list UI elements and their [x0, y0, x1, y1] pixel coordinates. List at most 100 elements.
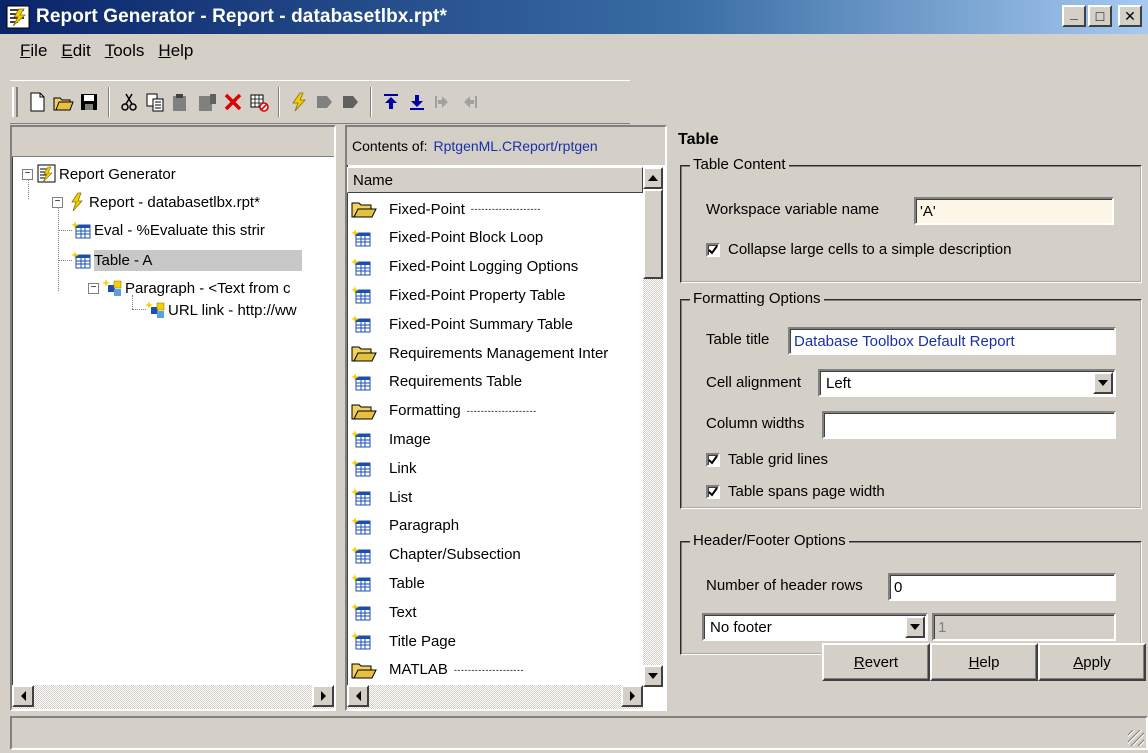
tree-item-url-link[interactable]: URL link - http://ww — [146, 297, 297, 323]
name-column-header[interactable]: Name — [347, 167, 643, 193]
list-category[interactable]: Formatting - - - - - - - - - - - - - - - … — [351, 397, 641, 425]
title-bar[interactable]: Report Generator - Report - databasetlbx… — [0, 0, 1148, 34]
scroll-right-button[interactable] — [621, 685, 643, 707]
menu-help[interactable]: Help — [158, 41, 193, 61]
tree-item-eval[interactable]: Eval - %Evaluate this strir — [72, 217, 265, 243]
scroll-right-button[interactable] — [312, 685, 334, 707]
toolbar-grip[interactable] — [12, 87, 18, 117]
paste-disabled-icon — [199, 94, 216, 111]
list-item[interactable]: Image — [351, 425, 641, 453]
new-button[interactable] — [24, 87, 50, 117]
paste-icon — [173, 94, 186, 111]
list-item[interactable]: List — [351, 483, 641, 511]
cut-button[interactable] — [116, 87, 142, 117]
arrow-right-icon — [320, 691, 326, 701]
list-item[interactable]: Requirements Table — [351, 368, 641, 396]
arrow-up-icon — [648, 175, 658, 181]
footer-select[interactable]: No footer — [702, 613, 928, 641]
tree-item-table[interactable]: Table - A — [72, 247, 303, 273]
tree-list-splitter[interactable] — [337, 125, 345, 711]
menu-tools[interactable]: Tools — [105, 41, 145, 61]
dropdown-button[interactable] — [905, 616, 925, 638]
minimize-icon: _ — [1070, 5, 1078, 21]
table-component-icon — [351, 459, 371, 477]
chevron-down-icon — [910, 624, 920, 630]
close-button[interactable]: ✕ — [1118, 5, 1142, 27]
revert-button[interactable]: Revert — [822, 643, 930, 681]
spans-page-width-checkbox-row[interactable]: Table spans page width — [706, 483, 885, 500]
list-item[interactable]: Fixed-Point Logging Options — [351, 253, 641, 281]
collapse-icon[interactable]: − — [22, 168, 33, 180]
list-item[interactable]: Paragraph — [351, 512, 641, 540]
list-vertical-scrollbar[interactable] — [643, 167, 663, 687]
collapse-icon[interactable]: − — [52, 196, 63, 208]
list-item[interactable]: Table — [351, 569, 641, 597]
header-rows-input[interactable]: 0 — [888, 573, 1116, 601]
move-left-button[interactable] — [312, 87, 338, 117]
grid-lines-checkbox-row[interactable]: Table grid lines — [706, 451, 828, 468]
outline-tree-pane[interactable]: − Report Generator − Report - databasetl… — [10, 125, 336, 711]
cell-alignment-select[interactable]: Left — [818, 369, 1116, 397]
minimize-button[interactable]: _ — [1062, 5, 1086, 27]
list-category[interactable]: Requirements Management Inter — [351, 339, 641, 367]
maximize-button[interactable]: □ — [1088, 5, 1112, 27]
list-props-splitter[interactable] — [668, 125, 676, 711]
tree-header — [12, 127, 334, 157]
spans-page-width-checkbox[interactable] — [706, 484, 720, 499]
tree-horizontal-scrollbar[interactable] — [12, 685, 334, 709]
tree-item-report-generator[interactable]: − Report Generator — [22, 161, 176, 187]
scroll-up-button[interactable] — [643, 167, 663, 189]
report-icon — [71, 192, 83, 212]
list-item[interactable]: Chapter/Subsection — [351, 541, 641, 569]
move-down-button[interactable] — [404, 87, 430, 117]
list-horizontal-scrollbar[interactable] — [347, 685, 643, 709]
collapse-cells-checkbox-row[interactable]: Collapse large cells to a simple descrip… — [706, 241, 1011, 258]
paste-disabled-button[interactable] — [194, 87, 220, 117]
workspace-variable-input[interactable]: 'A' — [914, 197, 1114, 225]
dropdown-button[interactable] — [1093, 372, 1113, 394]
maximize-icon: □ — [1095, 8, 1105, 24]
cell-alignment-label: Cell alignment — [706, 374, 802, 391]
collapse-icon[interactable]: − — [88, 282, 99, 294]
scroll-left-button[interactable] — [12, 685, 34, 707]
list-item[interactable]: Link — [351, 454, 641, 482]
paste-button[interactable] — [168, 87, 194, 117]
move-right-button[interactable] — [338, 87, 364, 117]
scroll-down-button[interactable] — [643, 665, 663, 687]
move-up-button[interactable] — [378, 87, 404, 117]
move-right-icon — [343, 96, 358, 108]
scroll-left-button[interactable] — [347, 685, 369, 707]
help-button[interactable]: Help — [930, 643, 1038, 681]
disable-button[interactable] — [246, 87, 272, 117]
list-item[interactable]: Fixed-Point Property Table — [351, 281, 641, 309]
list-item[interactable]: Text — [351, 598, 641, 626]
copy-button[interactable] — [142, 87, 168, 117]
resize-grip-icon[interactable] — [1128, 730, 1144, 746]
properties-title: Table — [678, 131, 719, 148]
folder-icon — [351, 663, 377, 679]
list-category[interactable]: Fixed-Point - - - - - - - - - - - - - - -… — [351, 195, 641, 223]
promote-button[interactable] — [456, 87, 482, 117]
grid-lines-checkbox[interactable] — [706, 452, 720, 467]
generate-report-button[interactable] — [286, 87, 312, 117]
save-icon — [81, 94, 97, 110]
delete-button[interactable] — [220, 87, 246, 117]
list-category[interactable]: MATLAB - - - - - - - - - - - - - - - - - … — [351, 656, 641, 684]
menu-file[interactable]: File — [20, 41, 47, 61]
list-item[interactable]: Fixed-Point Summary Table — [351, 310, 641, 338]
table-title-input[interactable]: Database Toolbox Default Report — [788, 327, 1116, 355]
column-widths-input[interactable] — [822, 411, 1116, 439]
list-item[interactable]: Title Page — [351, 627, 641, 655]
list-item[interactable]: Fixed-Point Block Loop — [351, 224, 641, 252]
component-list-pane[interactable]: Contents of: RptgenML.CReport/rptgen Nam… — [345, 125, 667, 711]
tree-item-report[interactable]: − Report - databasetlbx.rpt* — [52, 189, 260, 215]
menu-edit[interactable]: Edit — [61, 41, 90, 61]
arrow-left-icon — [355, 691, 361, 701]
collapse-cells-checkbox[interactable] — [706, 242, 720, 257]
cut-icon — [121, 93, 137, 111]
demote-button[interactable] — [430, 87, 456, 117]
scroll-thumb[interactable] — [643, 189, 663, 279]
apply-button[interactable]: Apply — [1038, 643, 1146, 681]
open-button[interactable] — [50, 87, 76, 117]
save-button[interactable] — [76, 87, 102, 117]
